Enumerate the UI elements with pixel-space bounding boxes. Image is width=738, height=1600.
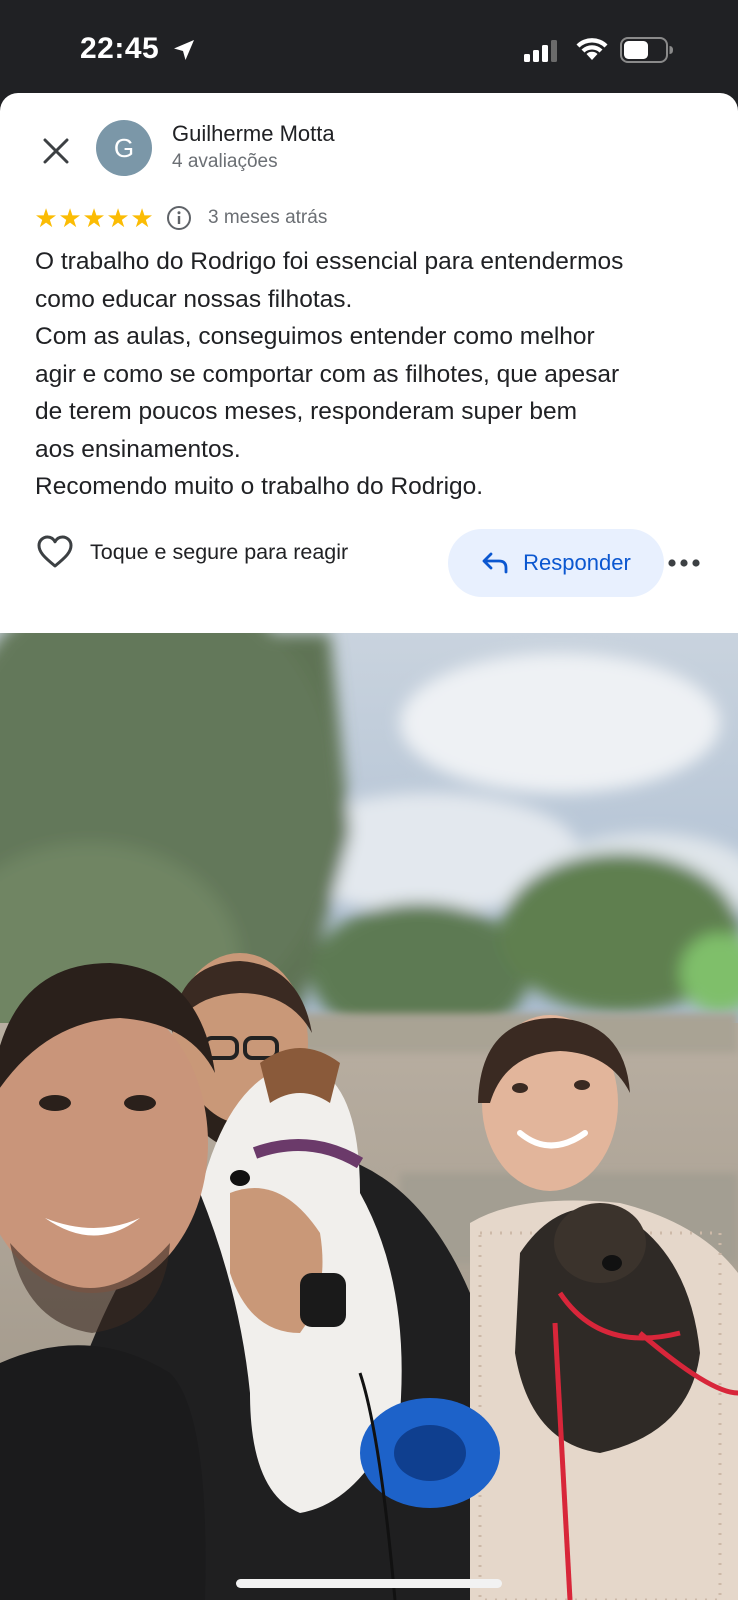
status-bar: 22:45 [0, 0, 738, 92]
review-photo-image [0, 633, 738, 1600]
star-rating: ★ ★ ★ ★ ★ [34, 205, 154, 231]
star-icon: ★ [106, 203, 130, 233]
star-icon: ★ [130, 203, 154, 233]
star-icon: ★ [34, 203, 58, 233]
review-text-line: de terem poucos meses, responderam super… [35, 398, 577, 425]
review-text-line: agir e como se comportar com as filhotes… [35, 360, 620, 388]
star-icon: ★ [82, 203, 106, 233]
location-arrow-icon [174, 40, 194, 60]
cellular-signal-icon [524, 40, 557, 62]
author-name[interactable]: Guilherme Motta [172, 121, 335, 147]
review-text: O trabalho do Rodrigo foi essencial para… [35, 243, 715, 506]
review-date: 3 meses atrás [208, 207, 328, 228]
rating-row: ★ ★ ★ ★ ★ 3 meses atrás [34, 203, 327, 233]
author-avatar[interactable]: G [96, 120, 152, 176]
star-icon: ★ [58, 203, 82, 233]
home-indicator[interactable] [236, 1579, 502, 1588]
review-text-line: Com as aulas, conseguimos entender como … [35, 323, 595, 350]
heart-icon [37, 535, 73, 568]
more-options-button[interactable] [664, 548, 704, 578]
review-text-line: Recomendo muito o trabalho do Rodrigo. [35, 473, 484, 500]
react-button[interactable]: Toque e segure para reagir [36, 529, 348, 575]
battery-icon [620, 37, 673, 63]
react-label: Toque e segure para reagir [90, 539, 349, 564]
status-time: 22:45 [80, 32, 160, 65]
review-photo[interactable] [0, 633, 738, 1600]
reply-icon [482, 552, 508, 574]
more-horizontal-icon [668, 559, 700, 567]
wifi-icon [576, 38, 608, 60]
reply-label: Responder [523, 550, 631, 575]
review-text-line: O trabalho do Rodrigo foi essencial para… [35, 248, 624, 275]
info-icon[interactable] [166, 205, 192, 231]
close-icon [43, 138, 69, 164]
review-text-line: como educar nossas filhotas. [35, 285, 353, 313]
close-button[interactable] [36, 131, 76, 171]
avatar-letter: G [113, 132, 135, 163]
author-review-count: 4 avaliações [172, 151, 278, 172]
review-text-line: aos ensinamentos. [35, 435, 241, 463]
reply-button[interactable]: Responder [448, 529, 664, 597]
review-card: G Guilherme Motta 4 avaliações ★ ★ ★ ★ ★… [0, 93, 738, 633]
